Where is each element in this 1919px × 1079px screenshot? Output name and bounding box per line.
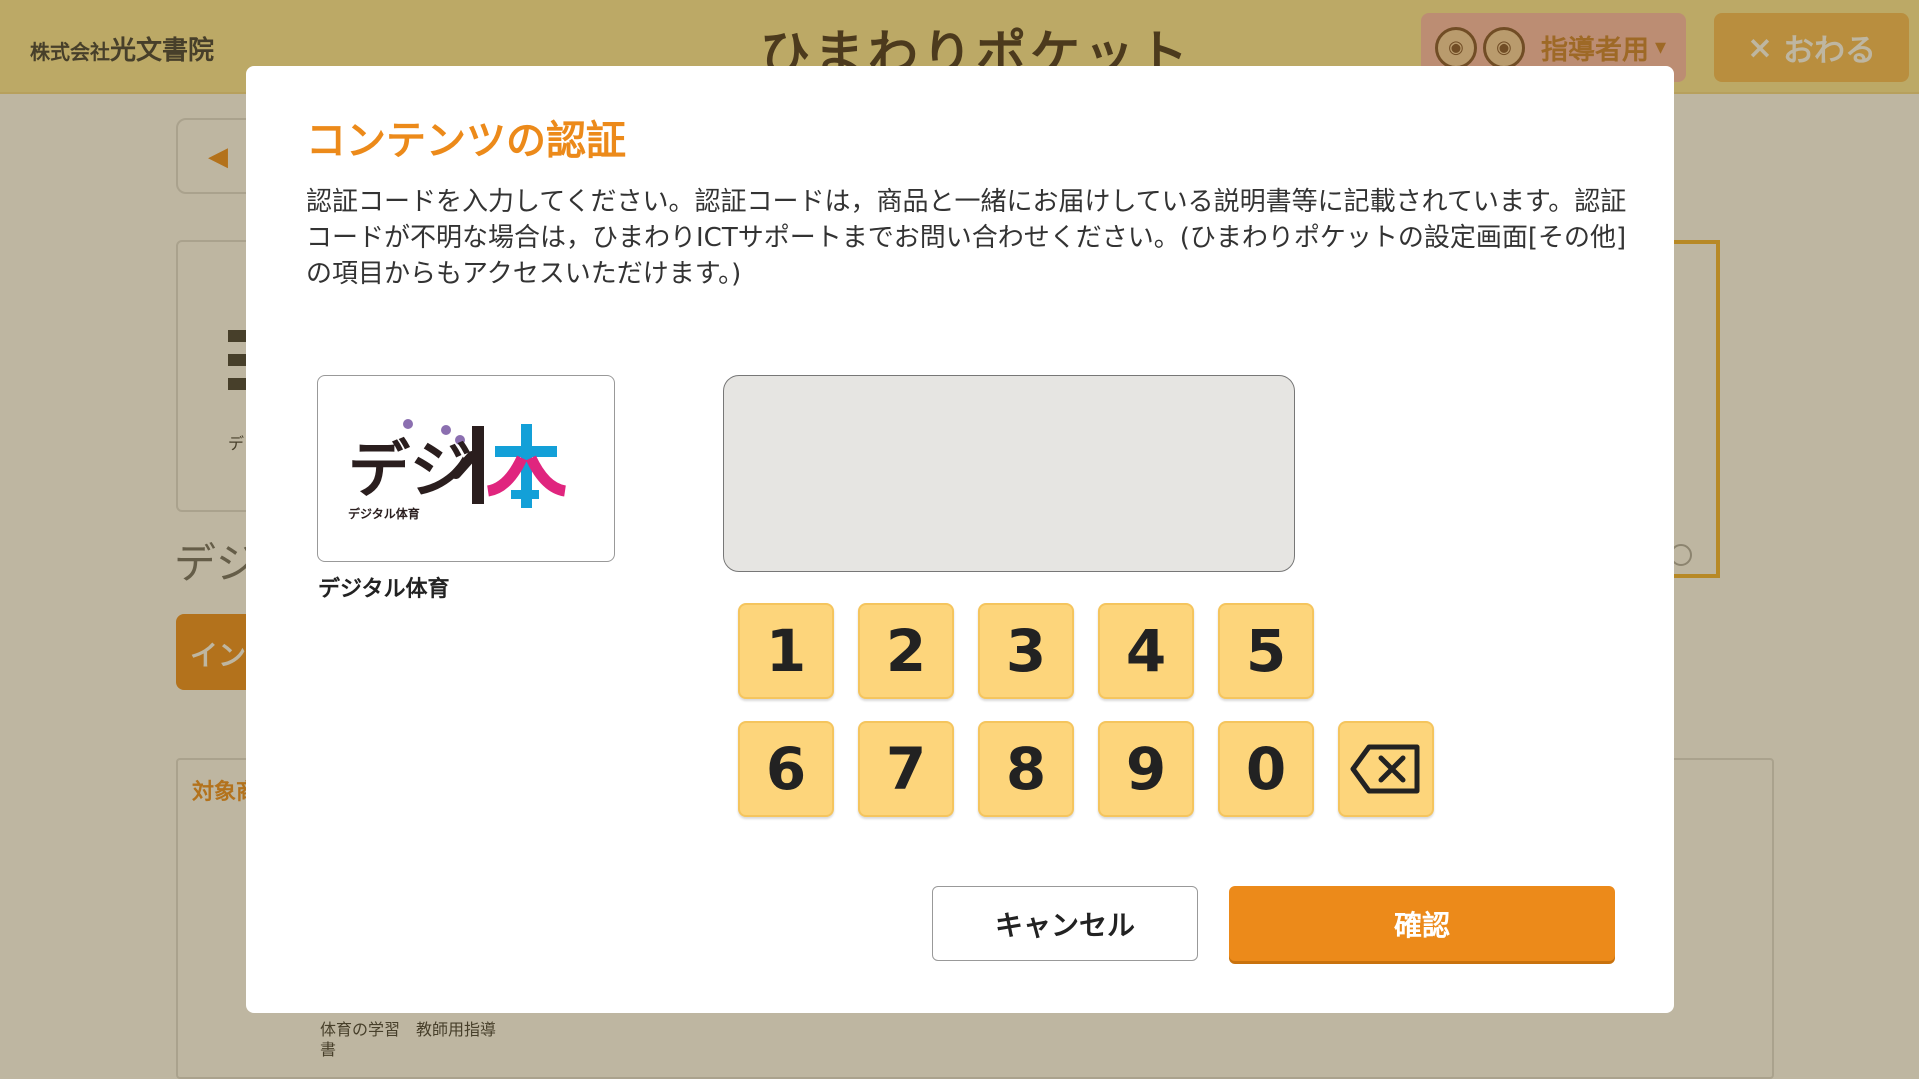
auth-code-input[interactable]	[723, 375, 1295, 572]
product-logo: デジ デジタル体育	[348, 416, 588, 530]
key-6[interactable]: 6	[738, 721, 834, 817]
backspace-icon	[1350, 744, 1420, 794]
cancel-button[interactable]: キャンセル	[932, 886, 1198, 961]
backspace-key[interactable]	[1338, 721, 1434, 817]
dialog-title: コンテンツの認証	[306, 118, 626, 164]
product-card: デジ デジタル体育	[317, 375, 615, 562]
logo-subtext: デジタル体育	[348, 506, 420, 521]
key-8[interactable]: 8	[978, 721, 1074, 817]
key-0[interactable]: 0	[1218, 721, 1314, 817]
key-4[interactable]: 4	[1098, 603, 1194, 699]
product-name: デジタル体育	[318, 577, 450, 602]
confirm-button[interactable]: 確認	[1229, 886, 1615, 961]
key-9[interactable]: 9	[1098, 721, 1194, 817]
key-1[interactable]: 1	[738, 603, 834, 699]
key-5[interactable]: 5	[1218, 603, 1314, 699]
dialog-description: 認証コードを入力してください。認証コードは，商品と一緒にお届けしている説明書等に…	[306, 187, 1627, 289]
content-auth-dialog: コンテンツの認証 認証コードを入力してください。認証コードは，商品と一緒にお届け…	[246, 66, 1674, 1013]
key-3[interactable]: 3	[978, 603, 1074, 699]
key-7[interactable]: 7	[858, 721, 954, 817]
digi-tai-logo-icon: デジ デジタル体育	[348, 419, 567, 521]
key-2[interactable]: 2	[858, 603, 954, 699]
